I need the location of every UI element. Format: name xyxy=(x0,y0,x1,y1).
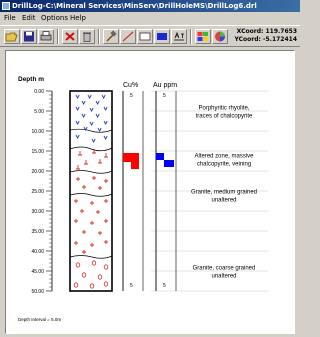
drill-log-canvas[interactable]: Depth m Cu% Au ppm 0.00 5.00 10.00 15.00 20.00 2… xyxy=(5,50,295,334)
cu-scale-label-top: 5 xyxy=(130,93,133,99)
rectangle-tool-icon xyxy=(139,32,151,41)
depth-header: Depth m xyxy=(18,76,44,83)
toolbar: XCoord: 119.7653 YCoord: -5.172414 xyxy=(0,25,300,47)
save-disk-icon xyxy=(24,31,34,42)
toolbar-separator xyxy=(57,29,59,44)
au-scale-label-bottom: 5 xyxy=(163,283,166,289)
depth-tick-label: 15.00 xyxy=(31,149,44,155)
xcoord-value: 119.7653 xyxy=(265,28,297,35)
lithology-description-2: chalcopyrite, veining xyxy=(197,162,251,168)
trash-icon xyxy=(83,32,91,42)
rectangle-tool-button[interactable] xyxy=(137,29,153,44)
depth-tick-label: 40.00 xyxy=(31,249,44,255)
hammer-button[interactable] xyxy=(103,29,119,44)
save-button[interactable] xyxy=(21,29,37,44)
open-button[interactable] xyxy=(4,29,20,44)
ycoord-value: -5.172414 xyxy=(263,36,297,43)
window-title: DrillLog-C:\Mineral Services\MinServ\Dri… xyxy=(12,2,257,10)
color-wheel-icon xyxy=(215,31,225,42)
depth-tick-label: 0.00 xyxy=(34,89,44,95)
trash-button[interactable] xyxy=(79,29,95,44)
print-button[interactable] xyxy=(38,29,54,44)
app-icon xyxy=(2,2,10,10)
cu-scale-label-bottom: 5 xyxy=(130,283,133,289)
cu-header: Cu% xyxy=(123,82,138,89)
lithology-description-1: Porphyritic rhyolite, xyxy=(198,106,249,112)
fill-color-button[interactable] xyxy=(154,29,170,44)
au-assay-bar xyxy=(156,153,174,167)
palette-button[interactable] xyxy=(195,29,211,44)
toolbar-separator xyxy=(190,29,192,44)
lithology-description-3: unaltered xyxy=(211,198,236,204)
depth-tick-label: 20.00 xyxy=(31,169,44,175)
hammer-icon xyxy=(106,30,117,42)
drill-log-plot: Depth m Cu% Au ppm 0.00 5.00 10.00 15.00 20.00 2… xyxy=(18,76,268,322)
menu-edit[interactable]: Edit xyxy=(22,12,36,25)
line-tool-button[interactable] xyxy=(120,29,136,44)
depth-tick-label: 25.00 xyxy=(31,189,44,195)
fill-color-icon xyxy=(157,33,167,40)
title-bar[interactable]: DrillLog-C:\Mineral Services\MinServ\Dri… xyxy=(0,0,300,12)
depth-tick-label: 5.00 xyxy=(34,109,44,115)
cu-assay-bar xyxy=(123,153,139,169)
color-wheel-button[interactable] xyxy=(212,29,228,44)
depth-tick-label: 35.00 xyxy=(31,229,44,235)
menu-help[interactable]: Help xyxy=(70,12,86,25)
lithology-description-3: Granite, medium grained xyxy=(191,190,257,196)
ycoord-label: YCoord: xyxy=(234,36,261,43)
lithology-description-2: Altered zone, massive xyxy=(194,154,254,160)
text-tool-icon xyxy=(174,31,184,41)
depth-tick-label: 30.00 xyxy=(31,209,44,215)
text-tool-button[interactable] xyxy=(171,29,187,44)
lithology-description-1: traces of chalcopyrite xyxy=(196,114,253,120)
lithology-description-4: Granite, coarse grained xyxy=(193,266,256,272)
xcoord-label: XCoord: xyxy=(236,28,264,35)
line-tool-icon xyxy=(122,31,134,42)
depth-tick-label: 45.00 xyxy=(31,269,44,275)
menu-file[interactable]: File xyxy=(4,12,16,25)
menu-bar: File Edit Options Help xyxy=(0,12,300,25)
lithology-description-4: unaltered xyxy=(211,274,236,280)
depth-tick-label: 10.00 xyxy=(31,129,44,135)
depth-tick-label: 50.00 xyxy=(31,289,44,295)
open-folder-icon xyxy=(5,32,18,42)
app-window: DrillLog-C:\Mineral Services\MinServ\Dri… xyxy=(0,0,300,337)
delete-button[interactable] xyxy=(62,29,78,44)
printer-icon xyxy=(40,31,52,41)
palette-icon xyxy=(197,32,208,41)
au-scale-label-top: 5 xyxy=(163,93,166,99)
depth-interval-note: Depth Interval = 5.0m xyxy=(18,317,61,322)
coordinate-readout: XCoord: 119.7653 YCoord: -5.172414 xyxy=(234,28,297,44)
toolbar-separator xyxy=(98,29,100,44)
delete-x-icon xyxy=(65,32,75,41)
au-header: Au ppm xyxy=(153,82,177,89)
menu-options[interactable]: Options xyxy=(41,12,68,25)
